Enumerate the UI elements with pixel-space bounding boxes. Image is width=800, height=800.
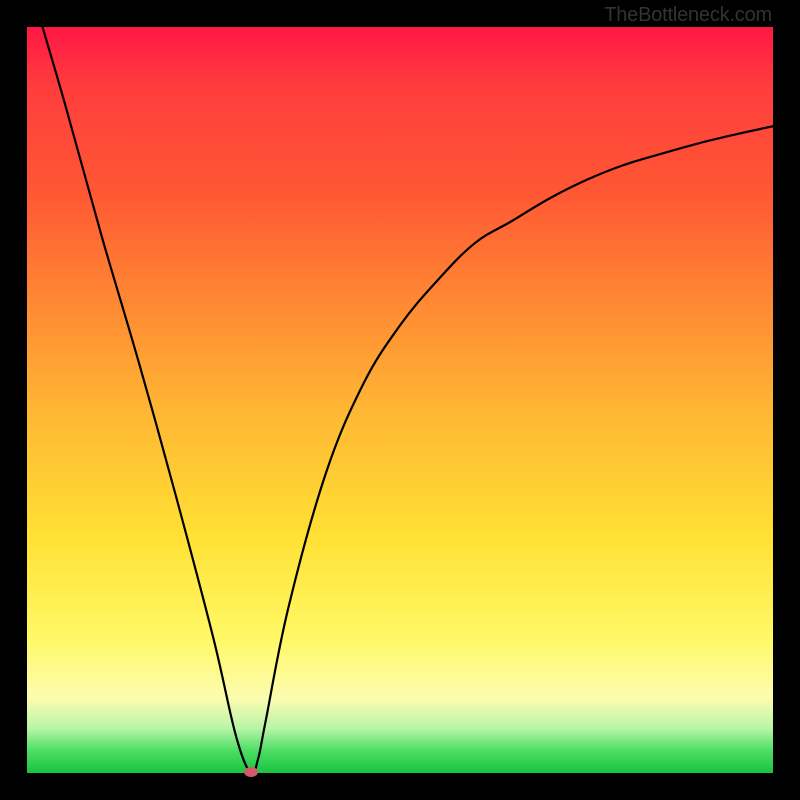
bottleneck-curve-svg: [27, 27, 773, 773]
watermark-text: TheBottleneck.com: [604, 4, 772, 27]
optimal-point-marker: [244, 767, 258, 777]
chart-plot-area: [27, 27, 773, 773]
curve-path: [27, 27, 773, 773]
